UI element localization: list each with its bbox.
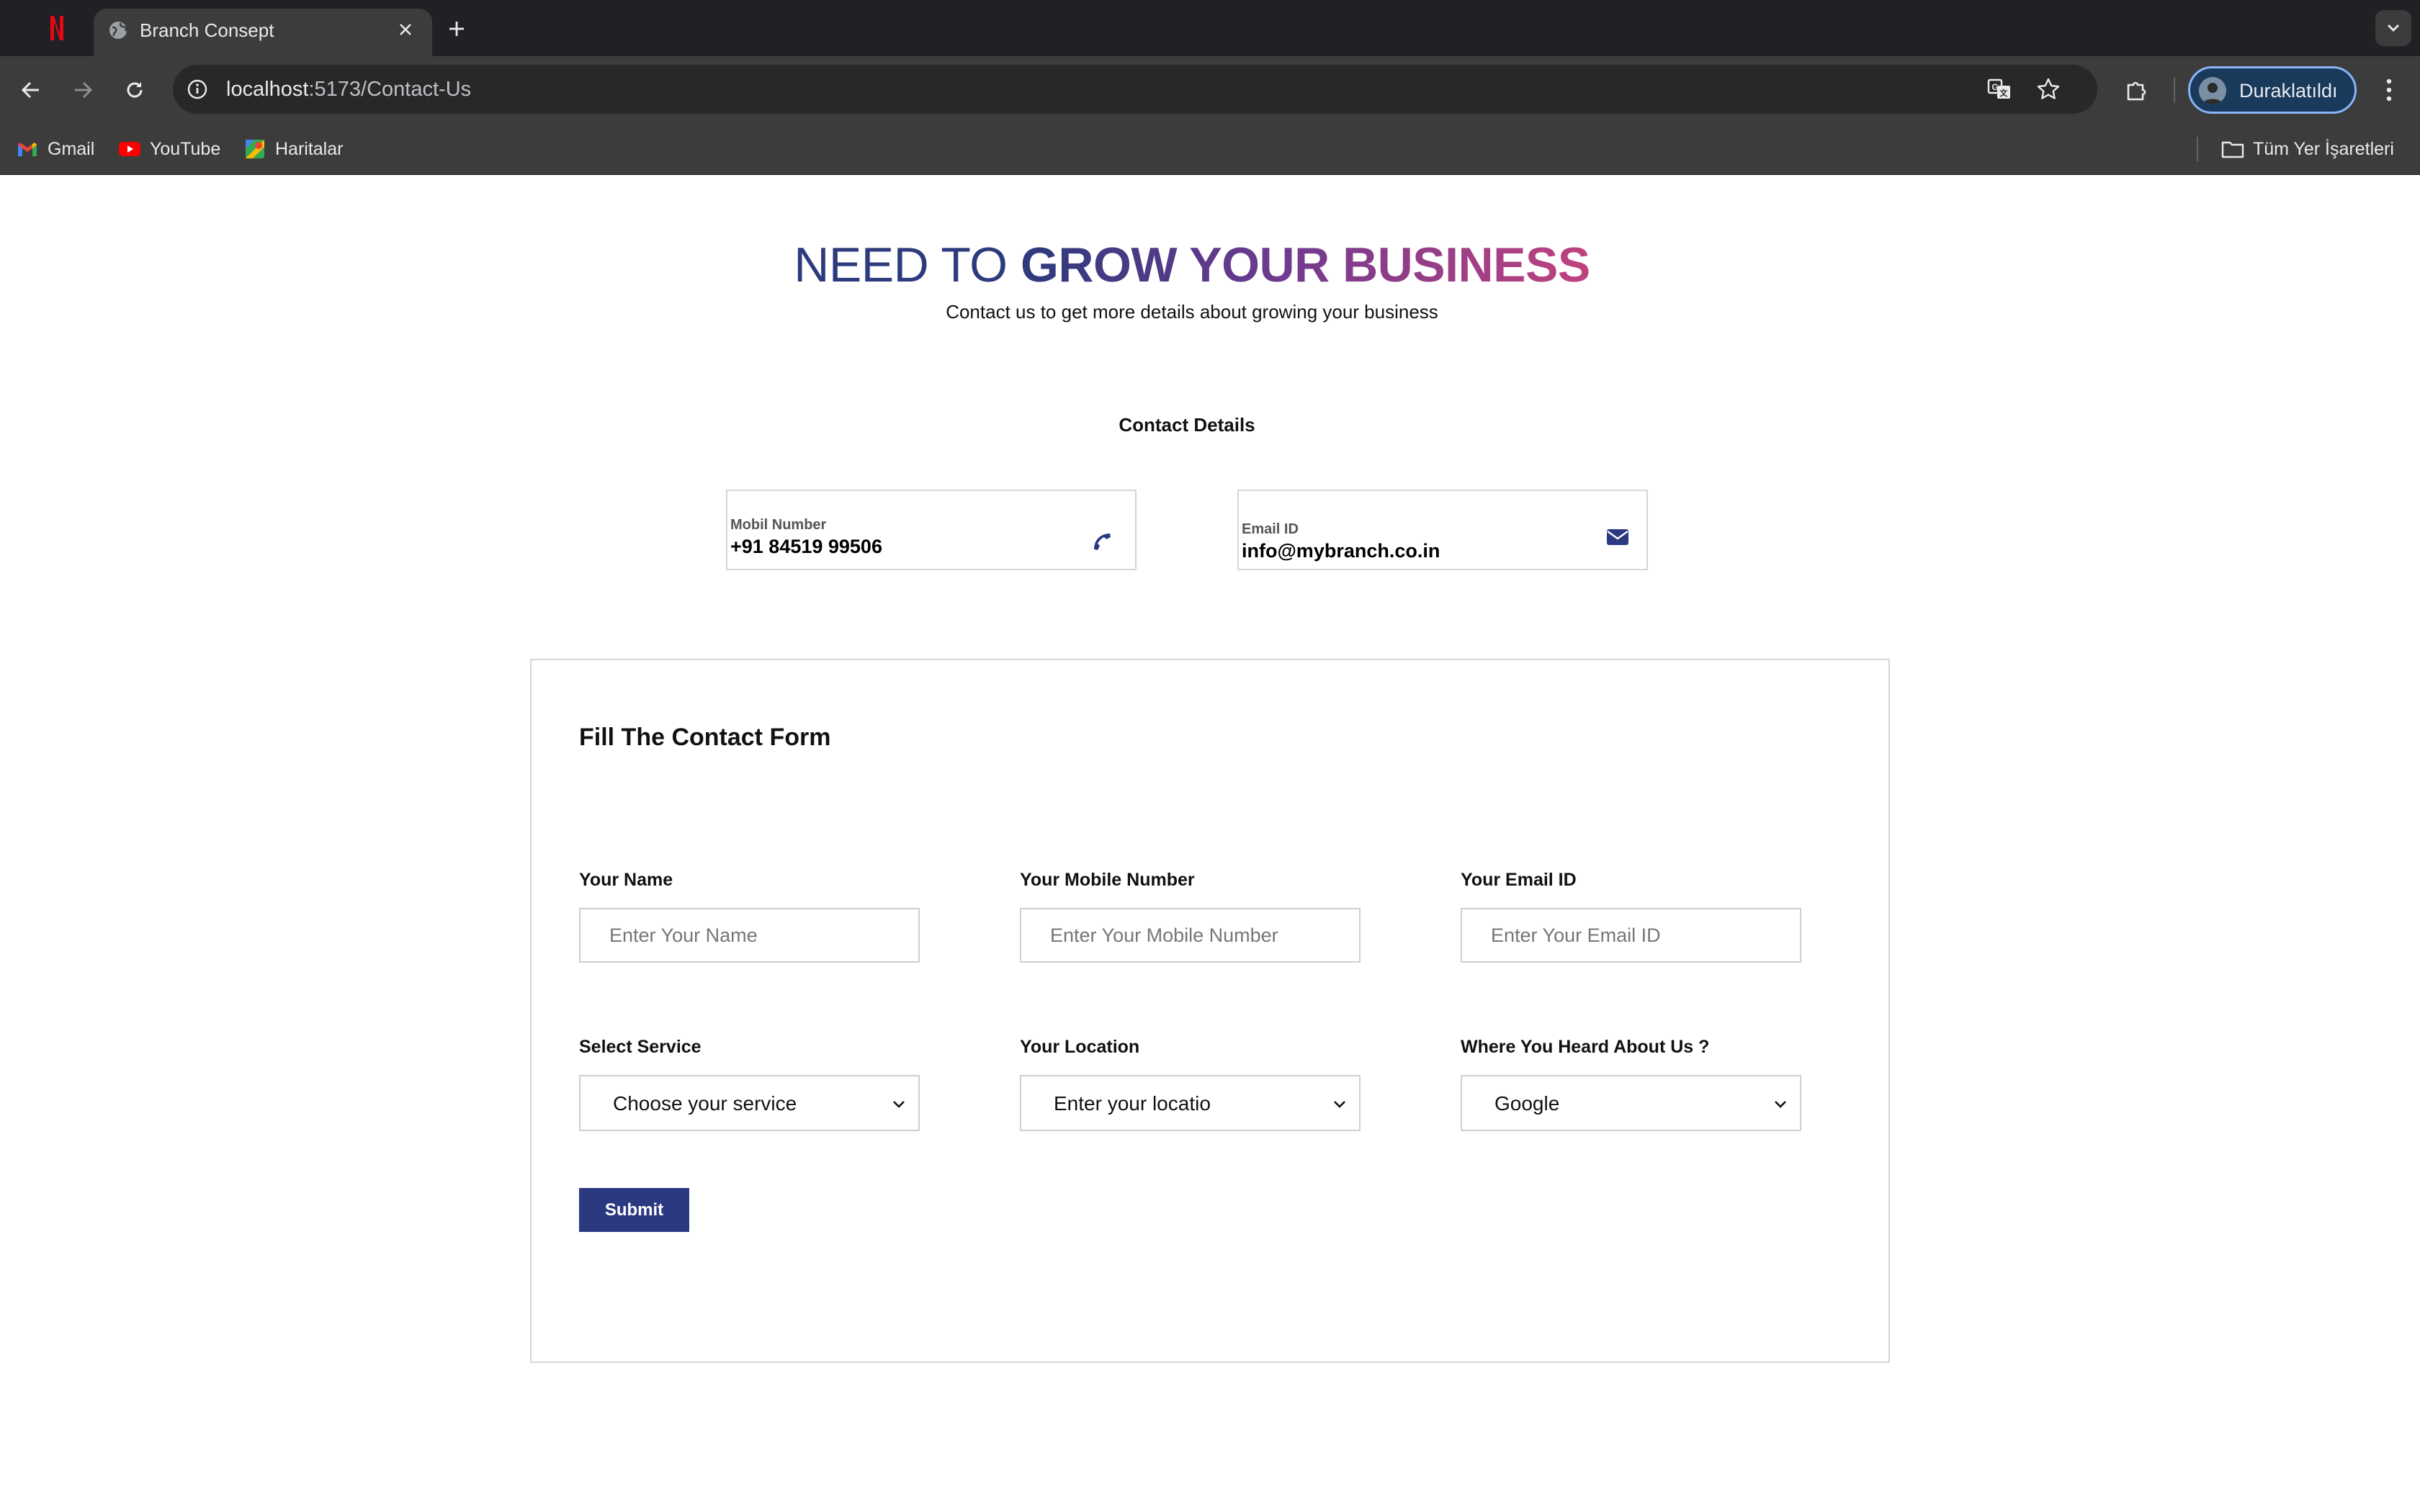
bookmark-youtube[interactable]: YouTube [118,135,220,163]
bookmark-gmail[interactable]: Gmail [16,135,94,163]
bookmarks-bar: Gmail YouTube Haritalar Tüm Yer İşaretle… [0,124,2420,175]
globe-icon [107,19,130,42]
form-title: Fill The Contact Form [579,724,831,751]
mobile-number-value: +91 84519 99506 [730,536,882,557]
location-label: Your Location [1020,1037,1140,1057]
tab-strip: Branch Consept [0,0,2420,58]
tab-search-chevron-icon[interactable] [2375,10,2411,46]
email-value: info@mybranch.co.in [1242,540,1440,562]
submit-button[interactable]: Submit [579,1188,689,1232]
maps-icon [243,138,266,161]
address-bar[interactable]: localhost:5173/Contact-Us G文 [173,65,2097,114]
email-field[interactable] [1461,908,1801,963]
bookmark-label: YouTube [150,138,221,159]
url-text: localhost:5173/Contact-Us [226,75,471,104]
email-field-label: Your Email ID [1461,870,1577,890]
kebab-menu-icon[interactable] [2371,71,2407,109]
title-plain: NEED TO [794,238,1021,292]
url-host: localhost [226,78,309,101]
bookmark-star-icon[interactable] [2034,75,2063,104]
title-gradient: GROW YOUR BUSINESS [1020,238,1590,292]
mobile-label: Your Mobile Number [1020,870,1195,890]
chevron-down-icon [1771,1095,1790,1114]
mobile-number-card: Mobil Number +91 84519 99506 [726,490,1137,570]
gmail-icon [16,138,39,161]
service-select[interactable]: Choose your service [579,1075,920,1131]
chevron-down-icon [889,1095,908,1114]
chevron-down-icon [1330,1095,1349,1114]
toolbar-divider [2174,78,2175,102]
profile-paused-button[interactable]: Duraklatıldı [2188,66,2357,114]
phone-icon [1088,527,1116,556]
forward-arrow-icon[interactable] [63,71,102,109]
reload-icon[interactable] [115,71,154,109]
back-arrow-icon[interactable] [12,71,50,109]
tab-title: Branch Consept [140,19,274,41]
close-tab-icon[interactable] [393,17,418,42]
url-path: :5173/Contact-Us [308,78,472,101]
browser-toolbar: localhost:5173/Contact-Us G文 Duraklatıld… [0,56,2420,124]
page-title: NEED TO GROW YOUR BUSINESS [0,234,2384,296]
bookmark-haritalar[interactable]: Haritalar [243,135,343,163]
name-label: Your Name [579,870,673,890]
svg-text:G: G [1991,82,1998,92]
folder-icon [2221,138,2244,161]
email-card: Email ID info@mybranch.co.in [1237,490,1648,570]
service-selected-value: Choose your service [613,1092,797,1115]
new-tab-plus-icon[interactable] [442,14,471,43]
name-input[interactable] [579,908,920,963]
bookmark-label: Haritalar [275,138,344,159]
contact-form-container [530,659,1890,1363]
mobile-number-label: Mobil Number [730,517,827,533]
page-subtitle: Contact us to get more details about gro… [946,301,1438,323]
envelope-icon [1603,523,1632,552]
translate-icon[interactable]: G文 [1985,75,2014,104]
svg-text:文: 文 [2000,88,2009,98]
avatar [2199,77,2226,104]
bookmark-label: Gmail [48,138,95,159]
bookmarks-divider [2197,137,2198,161]
tab-branch-consept[interactable]: Branch Consept [94,9,432,58]
location-selected-value: Enter your locatio [1054,1092,1211,1115]
mobile-input[interactable] [1020,908,1361,963]
email-label: Email ID [1242,521,1299,537]
extensions-puzzle-icon[interactable] [2118,71,2156,109]
netflix-icon[interactable] [40,12,73,45]
all-bookmarks-label: Tüm Yer İşaretleri [2253,138,2394,159]
contact-details-heading: Contact Details [1119,414,1255,436]
heard-about-selected-value: Google [1494,1092,1560,1115]
youtube-icon [118,138,141,161]
all-bookmarks-button[interactable]: Tüm Yer İşaretleri [2221,135,2394,163]
location-select[interactable]: Enter your locatio [1020,1075,1361,1131]
site-info-icon[interactable] [183,75,212,104]
heard-about-label: Where You Heard About Us ? [1461,1037,1710,1057]
profile-label: Duraklatıldı [2239,80,2338,102]
service-label: Select Service [579,1037,702,1057]
heard-about-select[interactable]: Google [1461,1075,1801,1131]
